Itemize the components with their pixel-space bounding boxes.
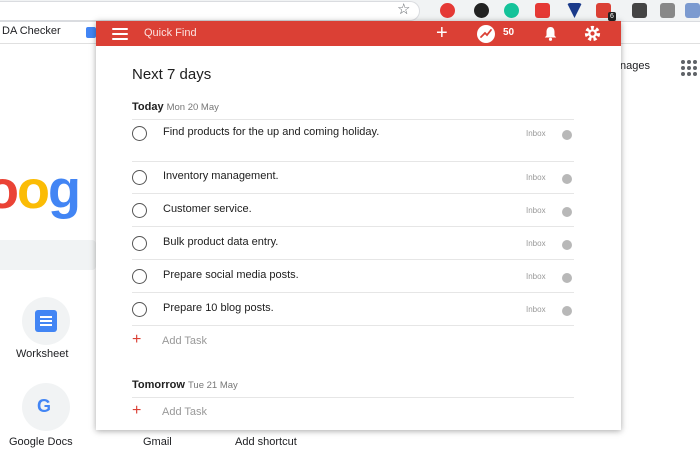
task-row[interactable]: Customer service. Inbox bbox=[132, 199, 574, 221]
google-images-link[interactable]: nages bbox=[620, 60, 650, 72]
red-extension-icon[interactable] bbox=[535, 3, 550, 18]
bookmark-da-checker[interactable]: DA Checker bbox=[2, 25, 61, 37]
google-search-box[interactable] bbox=[0, 240, 96, 270]
add-task-button[interactable]: + Add Task bbox=[132, 402, 332, 422]
add-icon[interactable]: + bbox=[436, 22, 448, 44]
apps-grid-icon[interactable] bbox=[681, 60, 697, 76]
task-content[interactable]: Prepare social media posts. bbox=[163, 269, 299, 281]
todoist-badge: 6 bbox=[608, 12, 616, 21]
shortcut-label-google-docs: Google Docs bbox=[9, 436, 73, 448]
task-content[interactable]: Customer service. bbox=[163, 203, 252, 215]
task-row[interactable]: Inventory management. Inbox bbox=[132, 166, 574, 188]
add-task-plus-icon: + bbox=[132, 331, 142, 348]
shortcut-label-worksheet: Worksheet bbox=[16, 348, 69, 360]
task-checkbox[interactable] bbox=[132, 236, 147, 251]
task-checkbox[interactable] bbox=[132, 170, 147, 185]
bookmark-star-icon[interactable]: ☆ bbox=[397, 1, 410, 19]
task-checkbox[interactable] bbox=[132, 126, 147, 141]
shortcut-label-add[interactable]: Add shortcut bbox=[235, 436, 297, 448]
bookmark-doc-icon[interactable] bbox=[86, 27, 96, 38]
quick-find-input[interactable]: Quick Find bbox=[144, 27, 197, 39]
project-color-dot bbox=[562, 207, 572, 217]
shortcut-label-gmail[interactable]: Gmail bbox=[143, 436, 172, 448]
task-checkbox[interactable] bbox=[132, 269, 147, 284]
grammarly-extension-icon[interactable] bbox=[504, 3, 519, 18]
task-project[interactable]: Inbox bbox=[526, 206, 546, 215]
task-checkbox[interactable] bbox=[132, 203, 147, 218]
task-content[interactable]: Prepare 10 blog posts. bbox=[163, 302, 274, 314]
task-project[interactable]: Inbox bbox=[526, 239, 546, 248]
section-day: Today bbox=[132, 101, 164, 113]
project-color-dot bbox=[562, 306, 572, 316]
add-task-plus-icon: + bbox=[132, 402, 142, 419]
task-row[interactable]: Prepare 10 blog posts. Inbox bbox=[132, 298, 574, 320]
gmail-extension-icon[interactable] bbox=[632, 3, 647, 18]
extension-icon-2[interactable] bbox=[685, 3, 700, 18]
section-date: Mon 20 May bbox=[166, 102, 219, 113]
task-content[interactable]: Inventory management. bbox=[163, 170, 279, 182]
google-logo: oog bbox=[0, 160, 81, 220]
todoist-popup: Quick Find + 50 Next 7 days Today Mon 20 … bbox=[96, 21, 621, 430]
vue-extension-icon[interactable] bbox=[567, 3, 582, 18]
browser-toolbar: ☆ 6 bbox=[0, 0, 700, 22]
section-day: Tomorrow bbox=[132, 379, 185, 391]
task-project[interactable]: Inbox bbox=[526, 129, 546, 138]
gear-icon[interactable] bbox=[583, 24, 602, 43]
address-bar[interactable] bbox=[0, 1, 420, 21]
task-row[interactable]: Find products for the up and coming holi… bbox=[132, 122, 574, 144]
project-color-dot bbox=[562, 130, 572, 140]
karma-button[interactable]: 50 bbox=[477, 25, 517, 43]
task-project[interactable]: Inbox bbox=[526, 305, 546, 314]
browser-window: ☆ 6 DA Checker nages oog Worksheet G Goo… bbox=[0, 0, 700, 450]
task-row[interactable]: Prepare social media posts. Inbox bbox=[132, 265, 574, 287]
google-g-icon: G bbox=[37, 396, 52, 416]
view-title: Next 7 days bbox=[132, 66, 212, 83]
todoist-topbar: Quick Find + 50 bbox=[96, 21, 621, 46]
task-content[interactable]: Find products for the up and coming holi… bbox=[163, 126, 379, 138]
section-today: Today Mon 20 May bbox=[132, 101, 219, 113]
project-color-dot bbox=[562, 240, 572, 250]
add-task-button[interactable]: + Add Task bbox=[132, 331, 332, 351]
section-date: Tue 21 May bbox=[187, 380, 238, 391]
task-row[interactable]: Bulk product data entry. Inbox bbox=[132, 232, 574, 254]
task-checkbox[interactable] bbox=[132, 302, 147, 317]
task-project[interactable]: Inbox bbox=[526, 272, 546, 281]
menu-icon[interactable] bbox=[112, 28, 128, 40]
speed-extension-icon[interactable] bbox=[474, 3, 489, 18]
karma-count: 50 bbox=[503, 27, 515, 38]
project-color-dot bbox=[562, 273, 572, 283]
section-tomorrow: Tomorrow Tue 21 May bbox=[132, 379, 238, 391]
karma-icon bbox=[477, 25, 495, 43]
task-content[interactable]: Bulk product data entry. bbox=[163, 236, 278, 248]
bell-icon[interactable] bbox=[542, 25, 559, 42]
add-task-label: Add Task bbox=[162, 406, 208, 418]
add-task-label: Add Task bbox=[162, 335, 208, 347]
task-project[interactable]: Inbox bbox=[526, 173, 546, 182]
adblock-extension-icon[interactable] bbox=[440, 3, 455, 18]
project-color-dot bbox=[562, 174, 572, 184]
extension-icon[interactable] bbox=[660, 3, 675, 18]
